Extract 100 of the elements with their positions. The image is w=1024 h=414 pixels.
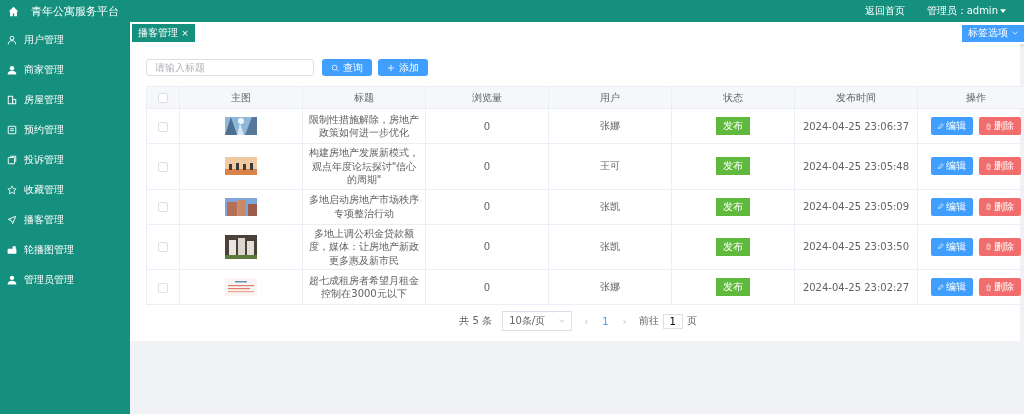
wallet-icon [7, 245, 17, 255]
edit-button[interactable]: 编辑 [930, 237, 973, 256]
sidebar-label: 预约管理 [24, 123, 64, 137]
table-cell: 2024-04-25 23:06:37 [802, 120, 910, 132]
admin-menu[interactable]: 管理员：admin [926, 4, 1006, 18]
goto-label: 前往 [638, 314, 659, 328]
table-cell: 张娜 [600, 120, 620, 131]
column-header: 标题 [302, 86, 426, 109]
sidebar-label: 管理员管理 [24, 273, 74, 287]
pencil-icon [937, 283, 944, 291]
sidebar-label: 轮播图管理 [24, 243, 74, 257]
table-cell: 超七成租房者希望月租金控制在3000元以下 [309, 274, 419, 299]
page-suffix: 页 [686, 314, 697, 328]
table-cell: 0 [483, 281, 491, 293]
checkbox[interactable] [158, 161, 168, 172]
table-cell: 构建房地产发展新模式，观点年度论坛探讨"信心的周期" [309, 147, 419, 185]
sidebar-label: 商家管理 [24, 63, 64, 77]
document-icon [7, 125, 17, 135]
home-icon [8, 5, 19, 17]
delete-button[interactable]: 删除 [978, 237, 1021, 256]
sidebar-item[interactable]: 房屋管理 [0, 85, 130, 115]
status-tag: 发布 [716, 157, 750, 176]
chevron-icon [559, 319, 566, 323]
column-header: 状态 [671, 86, 795, 109]
edit-button[interactable]: 编辑 [930, 278, 973, 296]
table-cell: 限制性措施解除，房地产政策如何进一步优化 [309, 113, 419, 138]
table-cell: 2024-04-25 23:05:48 [802, 160, 910, 172]
column-header: 主图 [179, 86, 303, 109]
column-header: 浏览量 [425, 86, 549, 109]
caret-icon [1000, 9, 1006, 13]
pencil-icon [937, 203, 944, 210]
sidebar-label: 播客管理 [24, 213, 64, 227]
total-count: 共 5 条 [459, 314, 493, 328]
pencil-icon [937, 243, 944, 251]
trash-icon [985, 283, 992, 291]
page-input[interactable]: 1 [662, 313, 683, 329]
next-page-button[interactable]: › [620, 315, 629, 327]
table-cell: 多地上调公积金贷款额度，媒体：让房地产新政更多惠及新市民 [309, 227, 419, 266]
table-cell: 张娜 [600, 281, 620, 292]
status-tag: 发布 [716, 117, 750, 135]
table-cell: 0 [483, 120, 491, 132]
search-button[interactable]: 查询 [322, 59, 372, 76]
checkbox[interactable] [158, 93, 168, 103]
search-field[interactable]: 请输入标题 [146, 59, 314, 76]
status-tag: 发布 [716, 197, 750, 216]
tab-options-button[interactable]: 标签选项 [962, 24, 1024, 42]
status-tag: 发布 [716, 237, 750, 256]
table-cell: 王可 [600, 160, 620, 172]
user-icon [7, 65, 17, 75]
page-size-select[interactable]: 10条/页 [502, 311, 573, 331]
sidebar-item[interactable]: 播客管理 [0, 205, 130, 235]
page-number[interactable]: 1 [600, 315, 611, 327]
sidebar-item[interactable]: 预约管理 [0, 115, 130, 145]
previous-page-button[interactable]: ‹ [582, 315, 591, 327]
trash-icon [985, 203, 992, 210]
checkbox[interactable] [158, 242, 168, 253]
delete-button[interactable]: 删除 [978, 197, 1021, 216]
sidebar-item[interactable]: 管理员管理 [0, 265, 130, 295]
app-title: 青年公寓服务平台 [31, 3, 119, 19]
copy-icon [7, 155, 17, 165]
delete-button[interactable]: 删除 [978, 278, 1021, 296]
plus-icon [387, 63, 395, 72]
trash-icon [985, 243, 992, 251]
status-tag: 发布 [716, 278, 750, 296]
sidebar-label: 房屋管理 [24, 93, 64, 107]
checkbox[interactable] [158, 282, 168, 293]
sidebar-label: 用户管理 [24, 33, 64, 47]
delete-button[interactable]: 删除 [978, 157, 1021, 176]
user-icon [7, 35, 17, 45]
sidebar-item[interactable]: 商家管理 [0, 55, 130, 85]
send-icon [7, 215, 17, 225]
column-header: 操作 [917, 86, 1024, 109]
checkbox[interactable] [158, 202, 168, 212]
search-icon [331, 63, 339, 72]
sidebar-item[interactable]: 用户管理 [0, 25, 130, 55]
table-cell: 张凯 [600, 200, 620, 212]
edit-button[interactable]: 编辑 [930, 157, 973, 176]
sidebar-item[interactable]: 投诉管理 [0, 145, 130, 175]
edit-button[interactable]: 编辑 [930, 197, 973, 216]
checkbox[interactable] [158, 121, 168, 132]
tab[interactable]: 播客管理 × [132, 24, 195, 42]
sidebar-label: 收藏管理 [24, 183, 64, 197]
delete-button[interactable]: 删除 [978, 117, 1021, 135]
trash-icon [985, 162, 992, 170]
trash-icon [985, 122, 992, 130]
edit-button[interactable]: 编辑 [930, 117, 973, 135]
table-cell: 0 [483, 160, 491, 172]
column-header: 用户 [548, 86, 672, 109]
sidebar-item[interactable]: 收藏管理 [0, 175, 130, 205]
table-cell: 2024-04-25 23:05:09 [802, 201, 910, 212]
table-cell: 2024-04-25 23:02:27 [802, 281, 910, 293]
close-icon[interactable]: × [181, 28, 189, 38]
column-header: 发布时间 [794, 86, 918, 109]
chevron-icon [1012, 31, 1018, 35]
sidebar-item[interactable]: 轮播图管理 [0, 235, 130, 265]
sidebar-label: 投诉管理 [24, 153, 64, 167]
home-link[interactable]: 返回首页 [864, 4, 905, 18]
table-cell: 张凯 [600, 240, 620, 252]
add-button[interactable]: 添加 [378, 59, 428, 76]
user-icon [7, 275, 17, 285]
